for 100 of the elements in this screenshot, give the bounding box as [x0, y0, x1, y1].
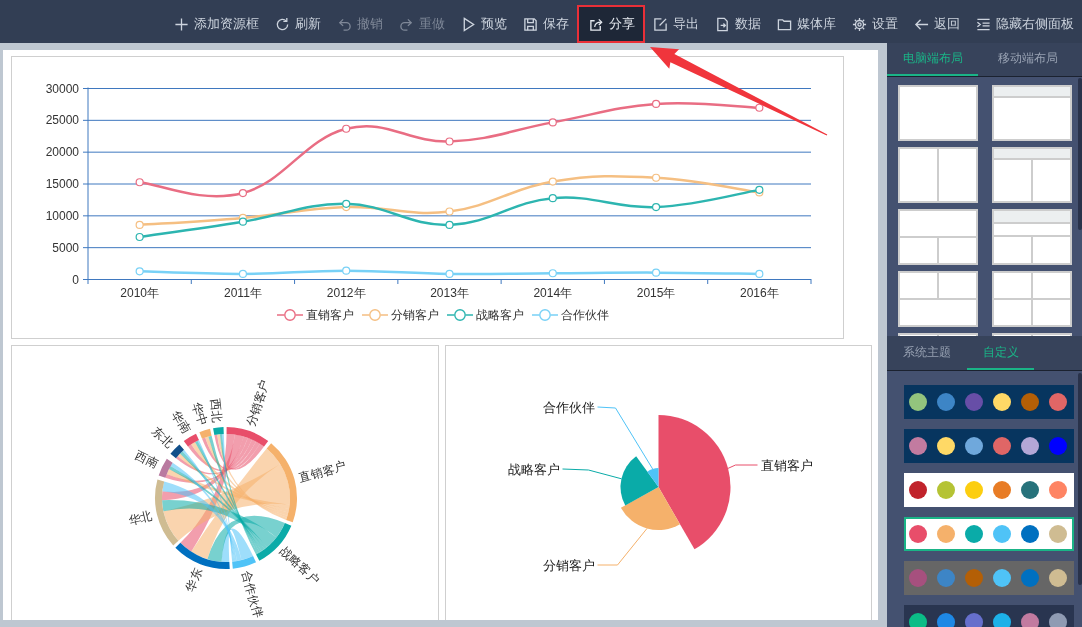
color-palette[interactable] — [904, 429, 1074, 463]
tab[interactable]: 移动端布局 — [978, 43, 1078, 76]
layout-thumbnail[interactable] — [898, 271, 978, 327]
data-point — [548, 118, 557, 127]
rose-slice[interactable] — [658, 415, 730, 550]
toolbar-button[interactable]: 媒体库 — [769, 5, 844, 43]
chord-arc[interactable] — [175, 542, 230, 569]
tab[interactable]: 系统主题 — [887, 336, 967, 370]
data-point — [238, 217, 248, 226]
toolbar-button[interactable]: 导出 — [645, 5, 707, 43]
legend-label: 战略客户 — [475, 306, 524, 324]
layout-thumbnail[interactable] — [992, 147, 1072, 203]
rose-slice[interactable] — [620, 487, 680, 530]
data-point — [445, 207, 454, 216]
toolbar-button[interactable]: 隐藏右侧面板 — [968, 5, 1082, 43]
color-palette[interactable] — [904, 517, 1074, 551]
data-point — [548, 269, 557, 278]
layout-thumbnail[interactable] — [992, 85, 1072, 141]
toolbar-button[interactable]: 保存 — [515, 5, 577, 43]
axis-label: 2016年 — [740, 286, 779, 300]
layout-thumbnail[interactable] — [898, 85, 978, 141]
axis-label: 25000 — [45, 113, 79, 128]
data-point — [755, 269, 764, 278]
tab[interactable]: 电脑端布局 — [887, 43, 978, 76]
toolbar-button[interactable]: 刷新 — [267, 5, 329, 43]
data-point — [445, 137, 454, 146]
color-palette[interactable] — [904, 561, 1074, 595]
layout-thumbnail[interactable] — [898, 209, 978, 265]
slice-label: 分销客户 — [542, 557, 594, 573]
chord-arc[interactable] — [183, 433, 199, 447]
data-point — [238, 188, 248, 198]
data-point — [651, 202, 661, 212]
pen-square-icon — [653, 16, 668, 32]
axis-label: 10000 — [45, 208, 79, 223]
color-palette[interactable] — [904, 385, 1074, 419]
chord-label: 直销客户 — [297, 458, 348, 485]
leader-line — [727, 464, 758, 469]
slice-label: 战略客户 — [507, 461, 559, 477]
chord-label: 分销客户 — [243, 378, 272, 429]
rose-slice[interactable] — [620, 456, 658, 506]
refresh-icon — [275, 16, 290, 32]
scrollbar-thumb[interactable] — [1078, 78, 1082, 230]
layout-thumbnail[interactable] — [898, 147, 978, 203]
legend-label: 分销客户 — [390, 306, 439, 324]
data-point — [755, 185, 764, 194]
chord-arc[interactable] — [226, 427, 269, 447]
document-arrow-icon — [715, 16, 730, 32]
axis-label: 2012年 — [326, 286, 366, 300]
leader-line — [596, 527, 647, 566]
toolbar-button[interactable]: 预览 — [453, 5, 515, 43]
toolbar-button[interactable]: 设置 — [844, 5, 906, 43]
axis-label: 2010年 — [120, 286, 159, 300]
undo-icon — [337, 16, 352, 32]
settings-icon — [852, 16, 867, 32]
data-point — [548, 194, 557, 203]
rose-slice[interactable] — [646, 468, 658, 487]
data-point — [548, 177, 557, 186]
legend-label: 直销客户 — [305, 306, 354, 324]
plus-icon — [174, 16, 189, 32]
toolbar-button[interactable]: 分享 — [577, 5, 645, 43]
data-point — [342, 266, 351, 275]
chord-label: 西北 — [208, 397, 225, 424]
data-point — [445, 269, 454, 278]
axis-label: 30000 — [45, 81, 79, 96]
toolbar-button[interactable]: 添加资源框 — [166, 5, 267, 43]
axis-label: 20000 — [45, 145, 79, 160]
layout-thumbnail[interactable] — [992, 209, 1072, 265]
data-point — [135, 220, 144, 229]
data-point — [651, 268, 661, 277]
play-icon — [461, 16, 476, 32]
axis-label: 5000 — [52, 240, 79, 255]
data-point — [445, 220, 454, 229]
data-point — [238, 269, 248, 278]
chord-label: 战略客户 — [277, 544, 323, 587]
chord-label: 华东 — [183, 566, 205, 594]
toolbar-button[interactable]: 数据 — [707, 5, 769, 43]
toolbar-button[interactable]: 返回 — [906, 5, 968, 43]
axis-label: 2014年 — [533, 286, 573, 300]
layout-thumbnail[interactable] — [992, 271, 1072, 327]
legend-label: 合作伙伴 — [560, 306, 609, 324]
data-point — [135, 178, 144, 187]
data-point — [651, 99, 661, 108]
data-point — [342, 199, 351, 208]
data-point — [342, 124, 351, 133]
indent-icon — [976, 16, 991, 32]
slice-label: 直销客户 — [760, 457, 812, 473]
axis-label: 0 — [72, 272, 79, 287]
chord-label: 合作伙伴 — [239, 569, 266, 620]
data-point — [651, 173, 661, 182]
data-point — [135, 232, 144, 242]
data-point — [755, 103, 764, 112]
axis-label: 2015年 — [636, 286, 676, 300]
slice-label: 合作伙伴 — [542, 399, 594, 415]
chord-label: 华中 — [189, 400, 210, 428]
tab[interactable]: 自定义 — [967, 336, 1034, 370]
data-point — [135, 267, 144, 276]
axis-label: 15000 — [45, 177, 79, 191]
share-icon — [589, 16, 604, 32]
scrollbar-thumb[interactable] — [1078, 373, 1082, 585]
chord-label: 华北 — [127, 508, 154, 529]
